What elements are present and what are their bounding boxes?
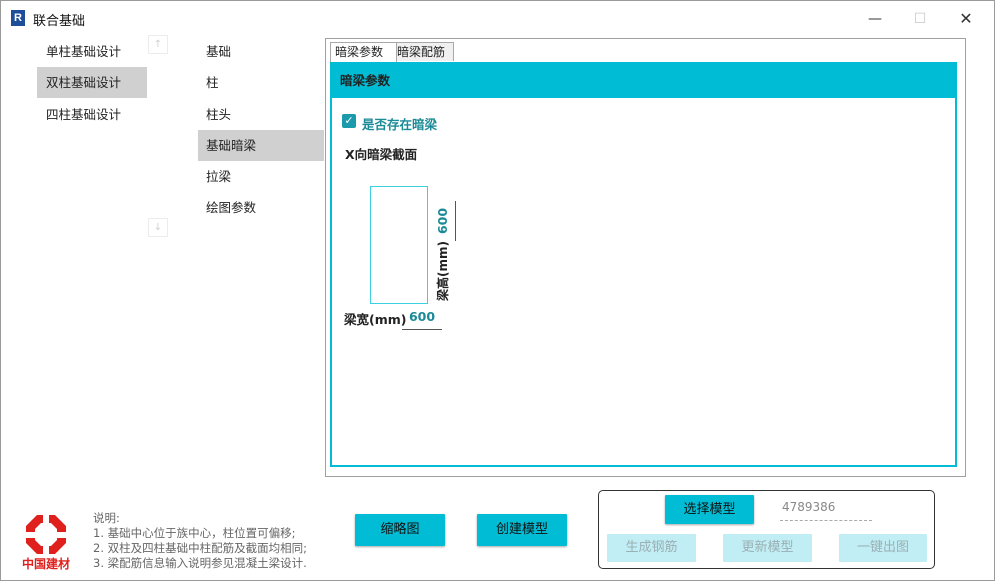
notes-line: 3. 梁配筋信息输入说明参见混凝土梁设计. [93,556,307,570]
export-drawing-button[interactable]: 一键出图 [839,534,927,562]
nav-item-four-column[interactable]: 四柱基础设计 [37,99,147,130]
beam-height-input[interactable]: 600 [428,206,458,236]
subnav-item-hidden-beam[interactable]: 基础暗梁 [198,130,324,161]
notes-line: 2. 双柱及四柱基础中柱配筋及截面均相同; [93,541,308,555]
beam-width-input[interactable]: 600 [402,309,442,324]
generate-rebar-button[interactable]: 生成钢筋 [607,534,696,562]
nav-item-double-column[interactable]: 双柱基础设计 [37,67,147,98]
subnav-item-drawing-params[interactable]: 绘图参数 [198,192,324,223]
title-bar: R 联合基础 — ☐ ✕ [1,1,994,35]
create-model-button[interactable]: 创建模型 [477,514,567,546]
tab-hidden-beam-params[interactable]: 暗梁参数 [330,42,397,62]
x-section-label: X向暗梁截面 [345,147,418,162]
notes-block: 说明: 1. 基础中心位于族中心，柱位置可偏移; 2. 双柱及四柱基础中柱配筋及… [93,511,307,571]
hidden-beam-checkbox[interactable]: ✓ [342,114,356,128]
nav-item-single-column[interactable]: 单柱基础设计 [37,36,147,67]
beam-height-input-underline [455,201,456,241]
subnav-item-tie-beam[interactable]: 拉梁 [198,161,324,192]
subnav-item-column-head[interactable]: 柱头 [198,99,324,130]
window-title: 联合基础 [33,14,86,29]
scroll-down-arrow-icon[interactable]: ↓ [148,218,168,237]
tab-hidden-beam-rebar[interactable]: 暗梁配筋 [392,42,454,61]
maximize-button[interactable]: ☐ [898,6,942,32]
update-model-button[interactable]: 更新模型 [723,534,812,562]
thumbnail-button[interactable]: 缩略图 [355,514,445,546]
model-id-field[interactable]: 4789386 [780,500,872,521]
minimize-button[interactable]: — [853,6,897,32]
subnav-item-foundation[interactable]: 基础 [198,36,324,67]
main-window: R 联合基础 — ☐ ✕ 单柱基础设计 双柱基础设计 四柱基础设计 ↑ ↓ 基础… [0,0,995,581]
cnbm-logo: 中国建材 [19,513,73,571]
close-button[interactable]: ✕ [944,6,988,32]
subnav-item-column[interactable]: 柱 [198,67,324,98]
notes-title: 说明: [93,511,120,525]
beam-width-input-underline [402,329,442,330]
hidden-beam-checkbox-label[interactable]: 是否存在暗梁 [362,114,437,133]
panel-header: 暗梁参数 [332,64,955,98]
beam-height-label: 梁高(mm) [436,241,450,301]
scroll-up-arrow-icon[interactable]: ↑ [148,35,168,54]
select-model-button[interactable]: 选择模型 [665,495,754,524]
beam-width-label: 梁宽(mm) [344,312,407,327]
beam-section-preview [370,186,428,304]
logo-text: 中国建材 [22,556,70,571]
revit-app-icon: R [11,10,25,26]
notes-line: 1. 基础中心位于族中心，柱位置可偏移; [93,526,296,540]
